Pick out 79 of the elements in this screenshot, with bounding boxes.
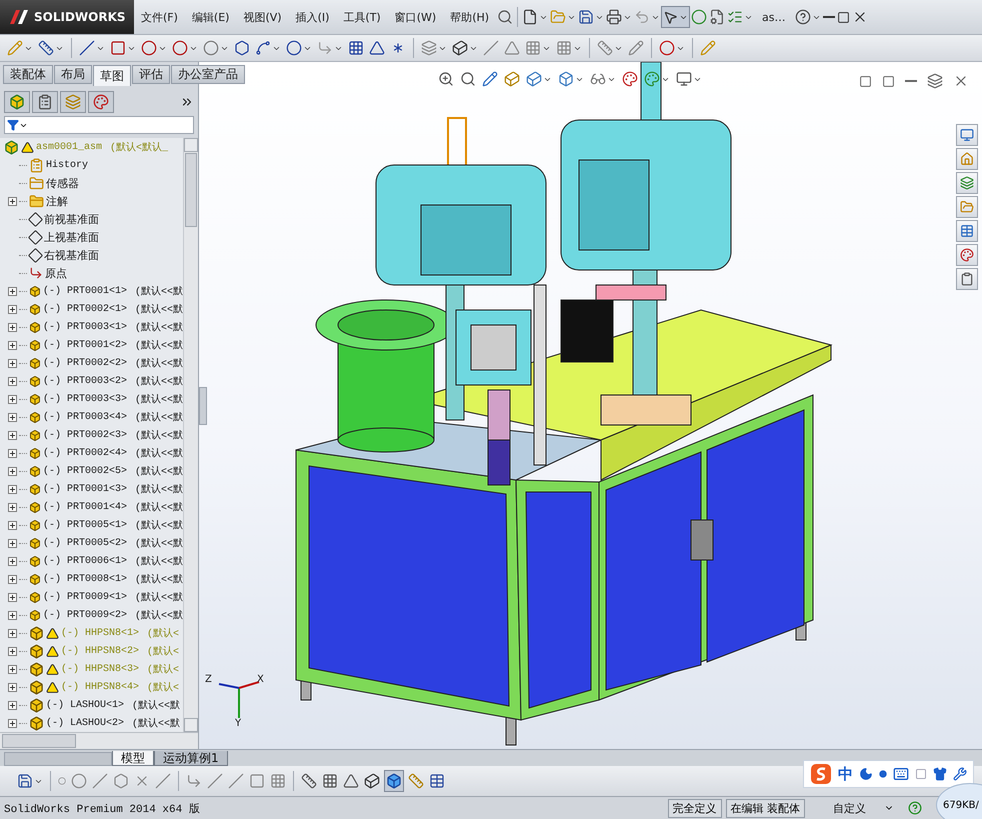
input-mode-toggle[interactable]: 中 <box>838 764 853 784</box>
definition-status: 完全定义 <box>668 798 722 818</box>
menu-item[interactable]: 窗口(W) <box>388 10 444 24</box>
command-tab[interactable]: 评估 <box>132 65 170 84</box>
tree-item[interactable]: (-) PRT0009<1> <box>42 592 127 602</box>
menu-item[interactable]: 插入(I) <box>288 10 336 24</box>
configuration-text: (默认<<默 <box>134 285 183 298</box>
command-tab[interactable]: 草图 <box>93 65 131 86</box>
menu-item[interactable]: 帮助(H) <box>443 10 496 24</box>
document-title: as… <box>761 10 787 24</box>
command-tab[interactable]: 布局 <box>54 65 92 84</box>
app-logo: SOLIDWORKS <box>0 0 134 34</box>
configuration-text: (默认<<默 <box>134 393 183 406</box>
model-tab[interactable]: 模型 <box>112 751 154 766</box>
tree-item[interactable]: (-) PRT0002<2> <box>42 358 127 368</box>
configuration-text: (默认<<默 <box>134 321 183 334</box>
configuration-text: (默认<<默 <box>134 375 183 388</box>
configuration-text: (默认< <box>147 627 180 640</box>
configuration-text: (默认<<默 <box>134 573 183 586</box>
axis-label: X <box>257 674 264 685</box>
configuration-text: (默认< <box>147 663 180 676</box>
configuration-text: (默认< <box>147 645 180 658</box>
tree-item[interactable]: (-) LASHOU<2> <box>46 718 124 728</box>
configuration-text: (默认<<默 <box>134 411 183 424</box>
configuration-text: (默认<<默 <box>134 465 183 478</box>
configuration-text: (默认<<默 <box>132 717 180 730</box>
tree-item[interactable]: (-) PRT0001<3> <box>42 484 127 494</box>
configuration-text: (默认<<默 <box>134 357 183 370</box>
tree-item[interactable]: (-) PRT0003<4> <box>42 412 127 422</box>
command-tab[interactable]: 办公室产品 <box>171 65 245 84</box>
command-tab[interactable]: 装配体 <box>3 65 53 84</box>
configuration-text: (默认<<默 <box>134 537 183 550</box>
menu-item[interactable]: 视图(V) <box>236 10 289 24</box>
tree-item[interactable]: (-) PRT0003<1> <box>42 322 127 332</box>
configuration-text: (默认<<默 <box>134 555 183 568</box>
tree-item[interactable]: (-) PRT0001<4> <box>42 502 127 512</box>
tree-item[interactable]: (-) PRT0005<2> <box>42 538 127 548</box>
configuration-text: (默认<<默 <box>134 519 183 532</box>
tree-item[interactable]: 右视基准面 <box>44 248 99 262</box>
configuration-text: (默认<<默 <box>134 483 183 496</box>
configuration-text: (默认<默认_ <box>110 141 168 154</box>
tree-item[interactable]: (-) PRT0002<3> <box>42 430 127 440</box>
editing-status: 在编辑 装配体 <box>726 798 805 818</box>
menu-item[interactable]: 编辑(E) <box>184 10 236 24</box>
configuration-text: (默认<<默 <box>134 429 183 442</box>
tree-item[interactable]: (-) PRT0006<1> <box>42 556 127 566</box>
tree-item[interactable]: (-) PRT0003<3> <box>42 394 127 404</box>
model-tab[interactable]: 运动算例1 <box>154 751 228 766</box>
configuration-text: (默认<<默 <box>134 339 183 352</box>
axis-label: Y <box>235 718 242 729</box>
configuration-text: (默认<<默 <box>134 303 183 316</box>
tree-item[interactable]: 前视基准面 <box>44 212 99 226</box>
tree-item[interactable]: (-) PRT0008<1> <box>42 574 127 584</box>
configuration-text: (默认<<默 <box>134 447 183 460</box>
tree-item[interactable]: (-) PRT0003<2> <box>42 376 127 386</box>
tree-item[interactable]: 注解 <box>46 194 68 208</box>
product-name: SolidWorks Premium 2014 x64 版 <box>3 802 201 816</box>
tree-item[interactable]: (-) PRT0005<1> <box>42 520 127 530</box>
tree-item[interactable]: 上视基准面 <box>44 230 99 244</box>
units-status[interactable]: 自定义 <box>829 800 870 816</box>
tree-item[interactable]: (-) PRT0009<2> <box>42 610 127 620</box>
tree-item[interactable]: (-) LASHOU<1> <box>46 700 124 710</box>
tree-item[interactable]: History <box>46 160 88 170</box>
configuration-text: (默认<<默 <box>132 699 180 712</box>
configuration-text: (默认<<默 <box>134 609 183 622</box>
axis-label: Z <box>205 674 212 685</box>
menu-item[interactable]: 工具(T) <box>336 10 388 24</box>
configuration-text: (默认<<默 <box>134 501 183 514</box>
tree-item[interactable]: (-) PRT0002<4> <box>42 448 127 458</box>
tree-item[interactable]: (-) PRT0002<5> <box>42 466 127 476</box>
network-speed: 679KB/ <box>936 783 982 819</box>
tree-item[interactable]: 原点 <box>45 266 67 280</box>
tree-item[interactable]: 传感器 <box>46 176 79 190</box>
menu-item[interactable]: 文件(F) <box>134 10 185 24</box>
tree-item[interactable]: (-) PRT0002<1> <box>42 304 127 314</box>
configuration-text: (默认<<默 <box>134 591 183 604</box>
configuration-text: (默认< <box>147 681 180 694</box>
tree-item[interactable]: (-) PRT0001<1> <box>42 286 127 296</box>
tree-item[interactable]: (-) PRT0001<2> <box>42 340 127 350</box>
